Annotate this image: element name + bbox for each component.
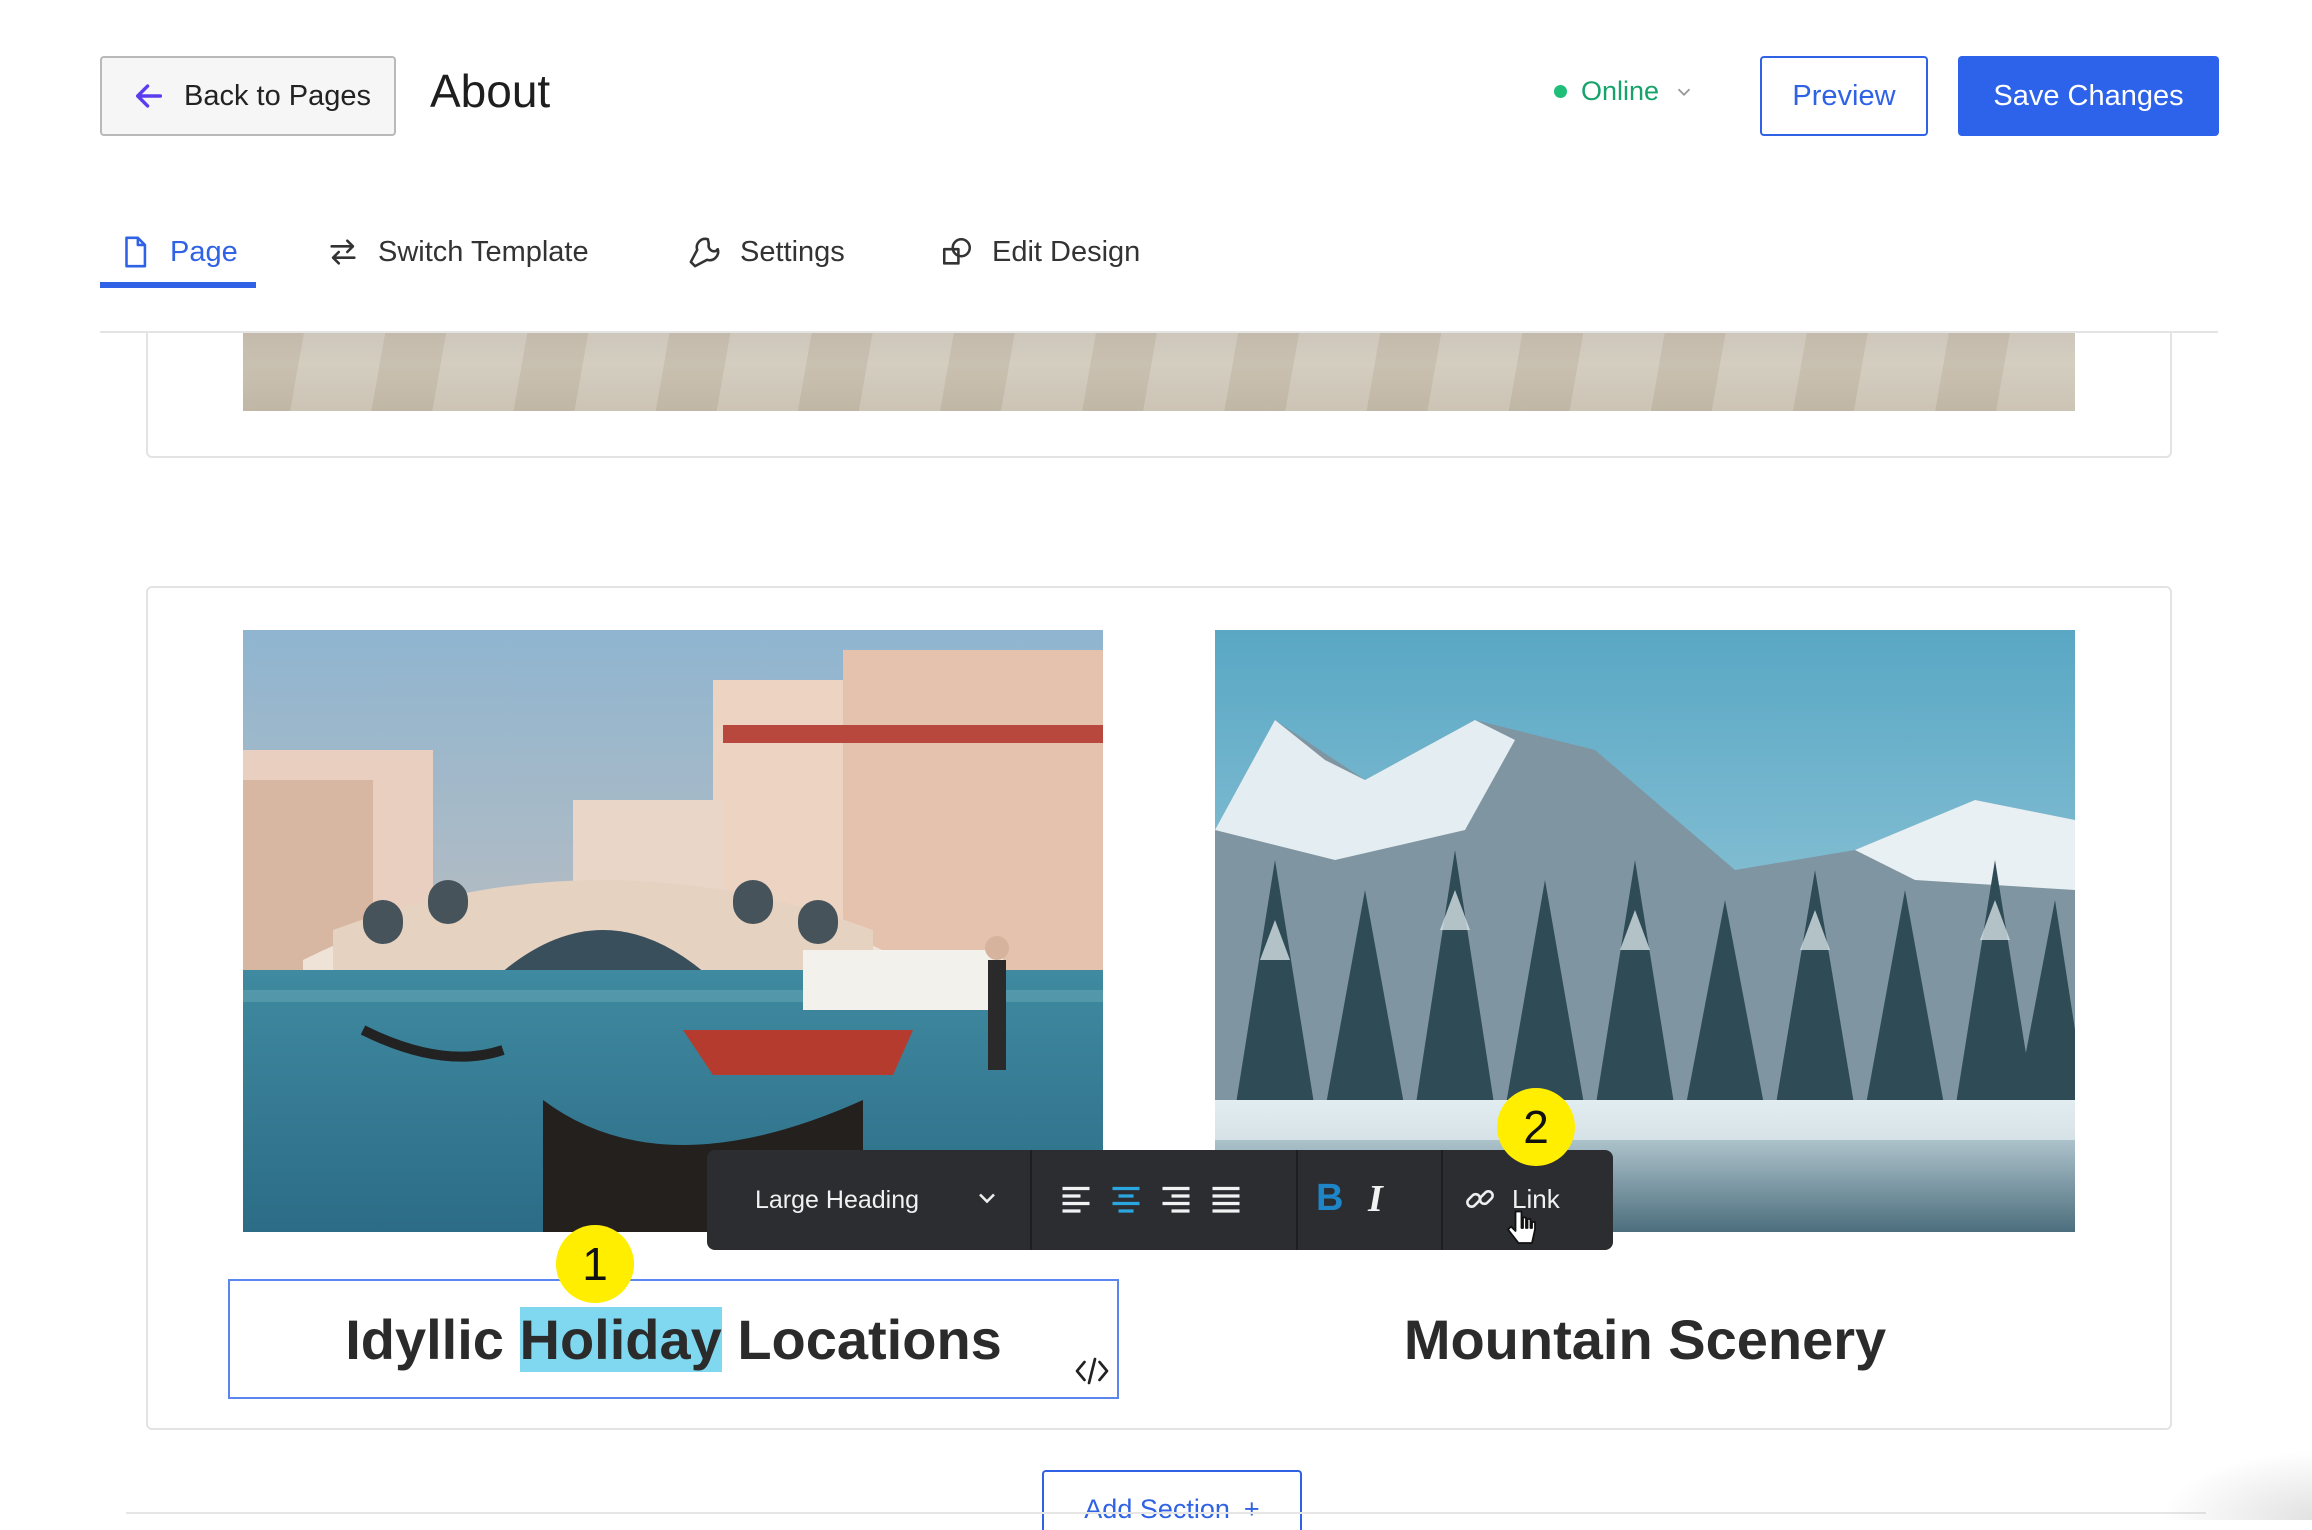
tab-switch-template-label: Switch Template [378, 235, 589, 268]
arrow-left-icon [135, 84, 163, 108]
bold-button[interactable]: B [1316, 1177, 1343, 1220]
chevron-down-icon[interactable] [973, 1184, 1001, 1212]
tab-page[interactable]: Page [118, 230, 238, 274]
toolbar-divider [1030, 1150, 1032, 1250]
venice-image[interactable] [243, 630, 1103, 1232]
heading-mountain-scenery[interactable]: Mountain Scenery [1215, 1279, 2075, 1399]
tab-settings[interactable]: Settings [688, 230, 845, 274]
chevron-down-icon [1677, 88, 1691, 96]
step-marker-1: 1 [556, 1225, 634, 1303]
status-dropdown[interactable]: Online [1554, 76, 1695, 107]
online-dot-icon [1554, 85, 1567, 98]
tab-edit-design-label: Edit Design [992, 235, 1141, 268]
italic-button[interactable]: I [1368, 1177, 1383, 1221]
align-center-icon[interactable] [1108, 1181, 1144, 1217]
active-tab-indicator [100, 282, 256, 288]
tab-page-label: Page [170, 235, 238, 268]
link-icon[interactable] [1463, 1182, 1497, 1216]
design-icon [942, 237, 972, 265]
section-previous-image[interactable] [243, 333, 2075, 411]
mountain-image[interactable] [1215, 630, 2075, 1232]
page-title: About [430, 65, 551, 117]
switch-icon [330, 239, 356, 265]
text-style-label: Large Heading [755, 1185, 920, 1214]
toolbar-divider [1441, 1150, 1443, 1250]
corner-shadow [2160, 1450, 2312, 1520]
heading-text-before: Idyllic [345, 1307, 520, 1371]
wrench-icon [689, 237, 720, 268]
heading-text-after: Locations [721, 1307, 1002, 1371]
align-left-icon[interactable] [1058, 1181, 1094, 1217]
tab-switch-template[interactable]: Switch Template [326, 230, 589, 274]
tab-edit-design[interactable]: Edit Design [940, 230, 1140, 274]
text-style-dropdown[interactable]: Large Heading [755, 1150, 919, 1250]
add-section-button[interactable]: Add Section + [1042, 1470, 1302, 1530]
align-right-icon[interactable] [1158, 1181, 1194, 1217]
hand-cursor-icon [1507, 1210, 1536, 1244]
venice-photo [243, 630, 1103, 1232]
save-changes-button[interactable]: Save Changes [1958, 56, 2219, 136]
selected-text-highlight[interactable]: Holiday [519, 1306, 722, 1372]
preview-button[interactable]: Preview [1760, 56, 1928, 136]
back-to-pages-button[interactable]: Back to Pages [100, 56, 396, 136]
code-icon[interactable] [1074, 1356, 1110, 1386]
tab-settings-label: Settings [740, 235, 845, 268]
page-icon [125, 236, 147, 268]
align-justify-icon[interactable] [1208, 1181, 1244, 1217]
mountain-photo [1215, 630, 2075, 1232]
step-marker-2: 2 [1497, 1088, 1575, 1166]
toolbar-divider [1296, 1150, 1298, 1250]
bottom-divider [126, 1512, 2206, 1514]
back-button-label: Back to Pages [184, 79, 371, 112]
heading-idyllic-holiday-locations[interactable]: Idyllic Holiday Locations [228, 1279, 1119, 1399]
status-label: Online [1581, 76, 1660, 106]
